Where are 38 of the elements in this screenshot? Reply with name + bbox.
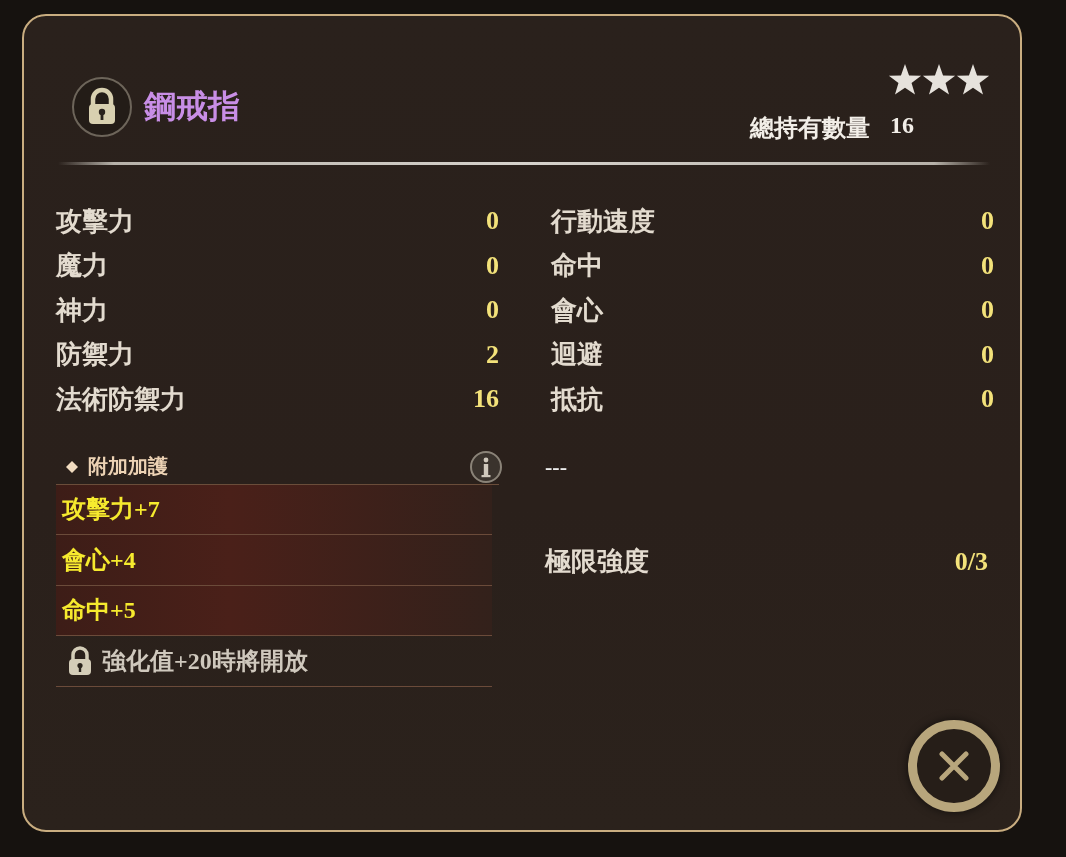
stat-value: 0: [981, 250, 994, 281]
stat-label: 會心: [551, 294, 603, 327]
limit-strength-label: 極限強度: [545, 546, 649, 579]
bonus-effect: 命中+5: [62, 596, 136, 626]
stat-label: 迴避: [551, 339, 603, 372]
padlock-icon[interactable]: [72, 77, 132, 137]
stat-value: 0: [486, 295, 499, 326]
stat-value: 0: [486, 206, 499, 237]
section-title: 附加加護: [88, 454, 168, 479]
stat-label: 命中: [551, 250, 603, 283]
stat-label: 防禦力: [56, 339, 134, 372]
stat-value: 0: [981, 295, 994, 326]
empty-bonus-text: ---: [545, 453, 567, 480]
star-icon: [888, 64, 922, 96]
stat-value: 0: [981, 339, 994, 370]
padlock-icon: [66, 645, 94, 676]
info-icon[interactable]: [469, 449, 503, 484]
stat-value: 2: [486, 339, 499, 370]
stat-label: 魔力: [56, 250, 108, 283]
bonus-effect: 會心+4: [62, 545, 136, 575]
stat-value: 0: [486, 250, 499, 281]
stat-label: 神力: [56, 294, 108, 327]
item-name: 鋼戒指: [144, 87, 240, 126]
total-owned-label: 總持有數量: [750, 114, 870, 143]
limit-strength-value: 0/3: [954, 546, 988, 577]
bonus-effect: 攻擊力+7: [62, 495, 160, 525]
stat-label: 攻擊力: [56, 205, 134, 238]
diamond-icon: [66, 460, 78, 473]
total-owned-value: 16: [890, 112, 914, 140]
stat-value: 0: [981, 206, 994, 237]
stat-value: 16: [473, 384, 499, 415]
locked-effect: 強化值+20時將開放: [102, 646, 308, 676]
star-icon: [956, 64, 990, 96]
stat-value: 0: [981, 384, 994, 415]
stat-label: 行動速度: [551, 205, 655, 238]
stat-label: 法術防禦力: [56, 383, 186, 416]
stat-label: 抵抗: [551, 383, 603, 416]
star-icon: [922, 64, 956, 96]
